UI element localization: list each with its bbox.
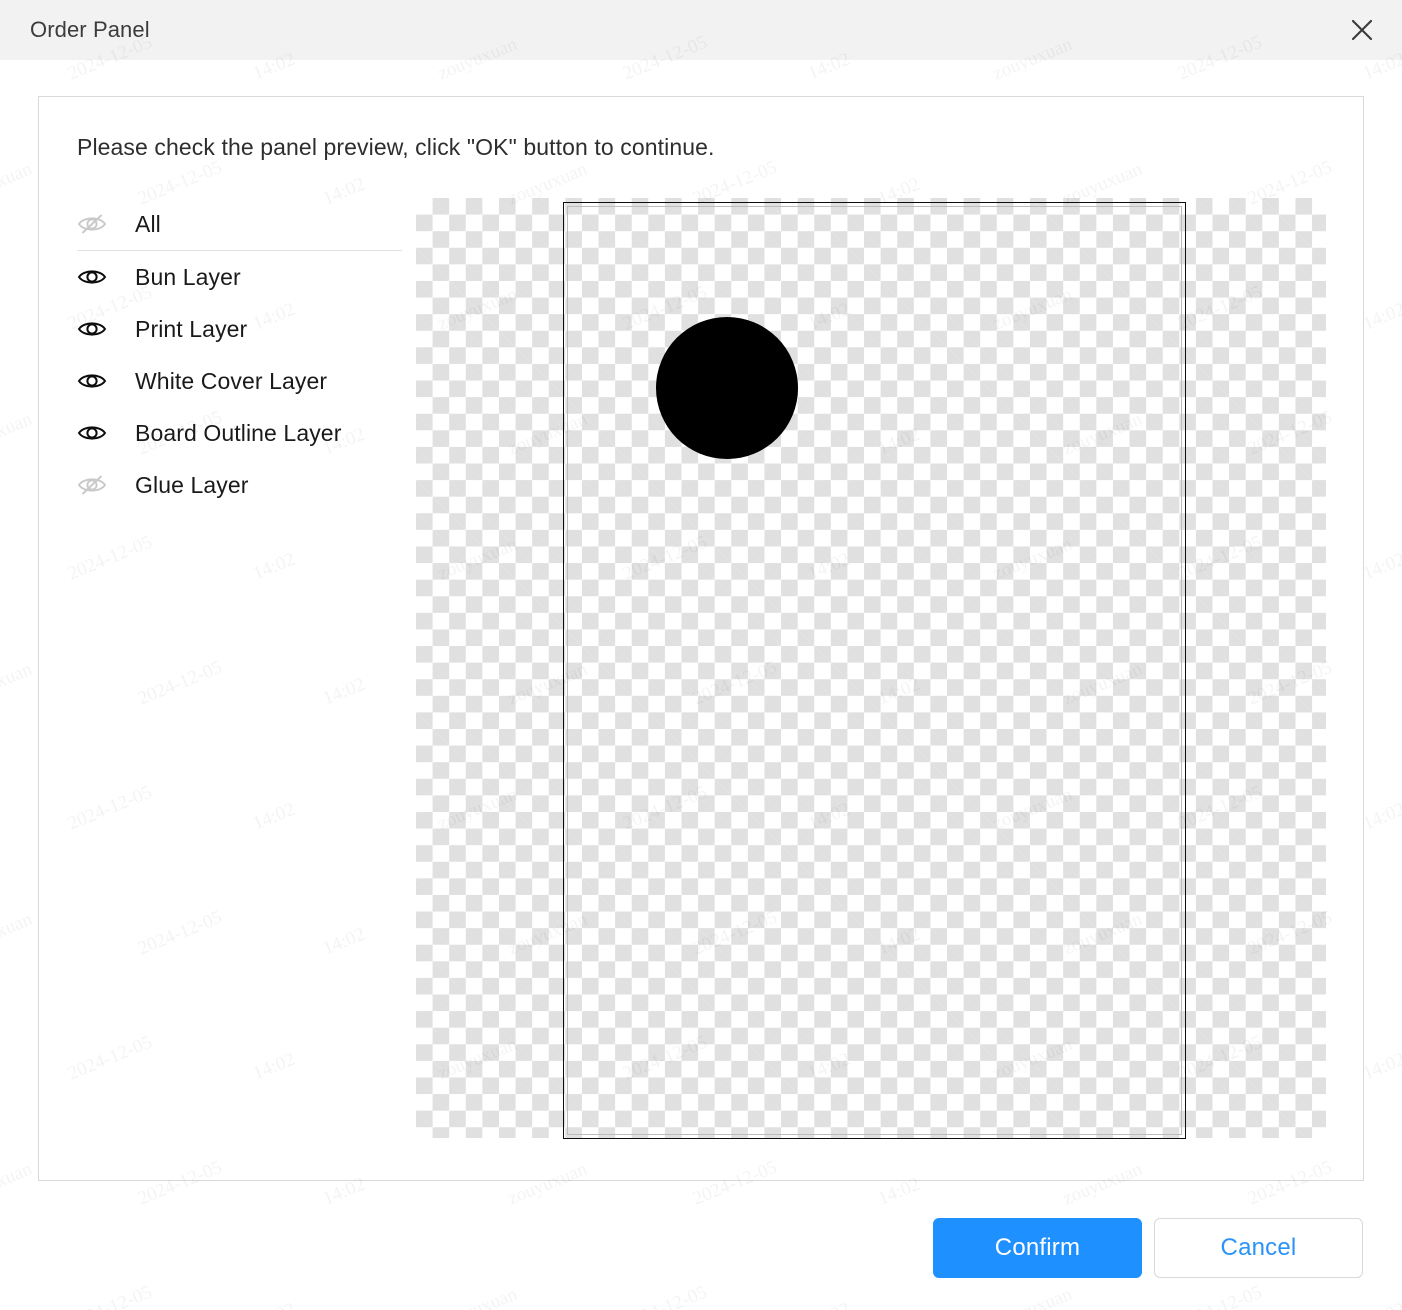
eye-off-icon[interactable] — [77, 470, 115, 500]
layer-label: All — [135, 210, 161, 237]
layer-label: Bun Layer — [135, 263, 241, 290]
dialog-header: Order Panel — [0, 0, 1402, 60]
eye-icon[interactable] — [77, 262, 115, 292]
board-outline-rect — [563, 202, 1186, 1139]
eye-icon[interactable] — [77, 418, 115, 448]
layer-row-white-cover-layer[interactable]: White Cover Layer — [77, 355, 402, 407]
page-title: Order Panel — [30, 17, 150, 42]
instruction-text: Please check the panel preview, click "O… — [77, 134, 715, 160]
preview-quadrant-overlay — [727, 388, 798, 459]
confirm-button[interactable]: Confirm — [933, 1218, 1142, 1278]
layer-row-all[interactable]: All — [77, 198, 402, 251]
dialog-footer: Confirm Cancel — [0, 1218, 1402, 1280]
preview-circle-shape — [656, 317, 798, 459]
close-button[interactable] — [1342, 10, 1382, 50]
content-card: Please check the panel preview, click "O… — [38, 96, 1364, 1181]
layer-row-print-layer[interactable]: Print Layer — [77, 303, 402, 355]
eye-icon[interactable] — [77, 314, 115, 344]
cancel-button[interactable]: Cancel — [1154, 1218, 1363, 1278]
layer-label: Board Outline Layer — [135, 419, 342, 446]
layer-list: All Bun Layer Print Layer White Cover La… — [77, 198, 402, 511]
order-panel-dialog: Order Panel Please check the panel previ… — [0, 0, 1402, 1310]
layer-row-glue-layer[interactable]: Glue Layer — [77, 459, 402, 511]
close-icon — [1351, 19, 1373, 41]
layer-label: Glue Layer — [135, 471, 249, 498]
layer-row-board-outline-layer[interactable]: Board Outline Layer — [77, 407, 402, 459]
panel-preview[interactable] — [416, 198, 1326, 1139]
eye-icon[interactable] — [77, 366, 115, 396]
layer-label: Print Layer — [135, 315, 248, 342]
eye-off-icon[interactable] — [77, 209, 115, 239]
layer-row-bun-layer[interactable]: Bun Layer — [77, 251, 402, 303]
board-outline-inner-rect — [567, 206, 1182, 1135]
layer-label: White Cover Layer — [135, 367, 328, 394]
